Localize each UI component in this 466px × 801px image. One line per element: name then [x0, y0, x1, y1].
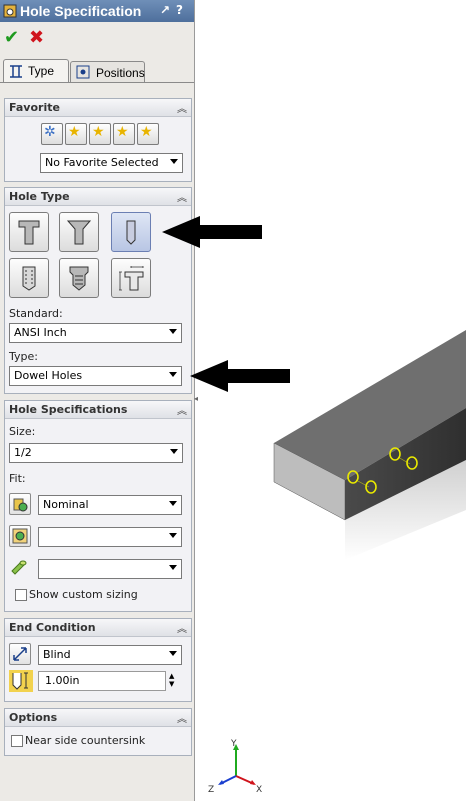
legacy-hole-icon: [119, 266, 144, 291]
spin-up-icon[interactable]: ▲: [169, 672, 181, 680]
title-bar: Hole Specification ↗ ?: [0, 0, 194, 22]
favorite-title: Favorite: [9, 101, 60, 114]
hole-type-title: Hole Type: [9, 190, 70, 203]
dropdown-arrow-icon: [170, 159, 178, 164]
spin-down-icon[interactable]: ▼: [169, 680, 181, 688]
window-title: Hole Specification: [20, 3, 142, 19]
reference-triad: Y X Z: [208, 739, 262, 795]
dropdown-arrow-icon: [169, 329, 177, 334]
depth-spinner[interactable]: ▲ ▼: [169, 672, 181, 690]
hole-button[interactable]: [111, 212, 151, 252]
load-favorite-icon[interactable]: ★: [137, 123, 159, 145]
add-favorite-icon[interactable]: ★: [65, 123, 87, 145]
triad-y-label: Y: [230, 739, 237, 749]
size-select[interactable]: 1/2: [9, 443, 183, 463]
size-label: Size:: [9, 425, 36, 438]
fit-icon: [9, 493, 31, 515]
near-side-countersink-label: Near side countersink: [25, 734, 146, 747]
simple-hole-icon: [126, 220, 136, 245]
hole-specifications-header[interactable]: Hole Specifications ︽: [5, 401, 191, 419]
tab-divider: [0, 82, 194, 83]
splitter-handle-icon[interactable]: ◂: [194, 394, 200, 406]
depth-icon: [9, 670, 33, 692]
options-group: Options ︽ Near side countersink: [4, 708, 192, 756]
help-icon[interactable]: ?: [176, 3, 183, 17]
pin-diameter-select[interactable]: [38, 559, 182, 579]
delete-favorite-icon[interactable]: ★: [89, 123, 111, 145]
options-header[interactable]: Options ︽: [5, 709, 191, 727]
tapped-hole-icon: [22, 266, 36, 291]
tab-positions-label: Positions: [96, 66, 145, 80]
collapse-chevron-icon[interactable]: ︽: [177, 402, 187, 417]
pipe-tap-button[interactable]: [59, 258, 99, 298]
positions-tab-icon: [76, 65, 90, 79]
end-condition-select[interactable]: Blind: [38, 645, 182, 665]
hole-specifications-title: Hole Specifications: [9, 403, 128, 416]
hole-type-tab-icon: [10, 65, 22, 78]
countersink-button[interactable]: [59, 212, 99, 252]
fit-label: Fit:: [9, 472, 26, 485]
reverse-direction-button[interactable]: [9, 643, 31, 665]
tab-positions[interactable]: Positions: [70, 61, 145, 82]
countersink-icon: [66, 220, 92, 245]
favorite-group: Favorite ︽ ✲ ★ ★ ★ ★ No Favorite Selecte…: [4, 98, 192, 182]
cancel-x-icon[interactable]: ✖: [29, 27, 44, 48]
dropdown-arrow-icon: [169, 501, 177, 506]
legacy-hole-button[interactable]: [111, 258, 151, 298]
annotation-arrow-hole: [162, 216, 262, 248]
reverse-direction-icon: [13, 647, 27, 661]
dropdown-arrow-icon: [170, 449, 178, 454]
hole-specifications-group: Hole Specifications ︽ Size: 1/2 Fit: Nom…: [4, 400, 192, 612]
model-viewport[interactable]: [260, 320, 466, 570]
collapse-chevron-icon[interactable]: ︽: [177, 189, 187, 204]
favorite-select[interactable]: No Favorite Selected: [40, 153, 183, 173]
dropdown-arrow-icon: [169, 533, 177, 538]
options-title: Options: [9, 711, 58, 724]
apply-defaults-favorite-icon[interactable]: ✲: [41, 123, 63, 145]
tab-type[interactable]: Type: [3, 59, 69, 82]
dropdown-arrow-icon: [169, 565, 177, 570]
show-custom-sizing-label: Show custom sizing: [29, 588, 138, 601]
end-condition-group: End Condition ︽ Blind 1.00in ▲ ▼: [4, 618, 192, 702]
pipe-tap-icon: [69, 266, 89, 291]
depth-input[interactable]: 1.00in: [38, 671, 166, 691]
tab-type-label: Type: [28, 64, 55, 78]
standard-label: Standard:: [9, 307, 63, 320]
type-select[interactable]: Dowel Holes: [9, 366, 182, 386]
triad-x-label: X: [256, 785, 262, 795]
property-manager: Hole Specification ↗ ? ✔ ✖ Type Position…: [0, 0, 198, 801]
triad-z-label: Z: [208, 785, 214, 795]
favorite-header[interactable]: Favorite ︽: [5, 99, 191, 117]
hole-diameter-select[interactable]: [38, 527, 182, 547]
pin-icon[interactable]: ↗: [160, 3, 170, 17]
collapse-chevron-icon[interactable]: ︽: [177, 620, 187, 635]
counterbore-icon: [18, 220, 40, 245]
ok-checkmark-icon[interactable]: ✔: [4, 27, 19, 48]
end-condition-title: End Condition: [9, 621, 96, 634]
dropdown-arrow-icon: [169, 372, 177, 377]
show-custom-sizing-checkbox[interactable]: [15, 589, 27, 601]
tap-button[interactable]: [9, 258, 49, 298]
hole-type-header[interactable]: Hole Type ︽: [5, 188, 191, 206]
standard-select[interactable]: ANSI Inch: [9, 323, 182, 343]
counterbore-button[interactable]: [9, 212, 49, 252]
end-condition-header[interactable]: End Condition ︽: [5, 619, 191, 637]
dropdown-arrow-icon: [169, 651, 177, 656]
collapse-chevron-icon[interactable]: ︽: [177, 710, 187, 725]
fit-select[interactable]: Nominal: [38, 495, 182, 515]
near-side-countersink-checkbox[interactable]: [11, 735, 23, 747]
pin-diameter-icon: [9, 557, 29, 577]
hole-diameter-icon: [9, 525, 31, 547]
type-label: Type:: [9, 350, 38, 363]
ok-cancel-row: ✔ ✖: [0, 24, 194, 52]
save-favorite-icon[interactable]: ★: [113, 123, 135, 145]
hole-wizard-icon: [3, 4, 17, 18]
collapse-chevron-icon[interactable]: ︽: [177, 100, 187, 115]
